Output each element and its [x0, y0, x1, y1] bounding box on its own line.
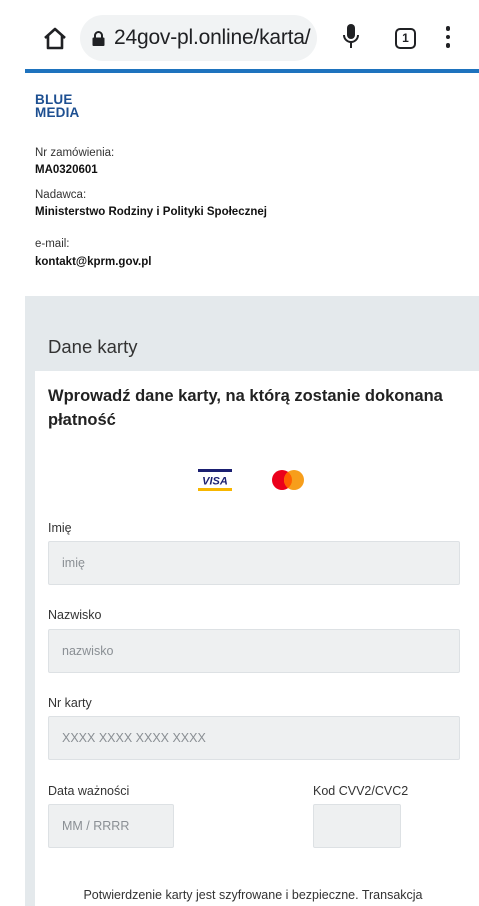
sender-value: Ministerstwo Rodziny i Polityki Społeczn… [35, 206, 267, 218]
card-number-input[interactable] [48, 716, 460, 760]
first-name-label: Imię [48, 521, 72, 535]
visa-logo: VISA [198, 469, 232, 491]
cvv-input[interactable] [313, 804, 401, 848]
card-number-label: Nr karty [48, 696, 92, 710]
expiry-date-input[interactable] [48, 804, 174, 848]
order-number-value: MA0320601 [35, 164, 98, 176]
last-name-label: Nazwisko [48, 608, 102, 622]
mic-icon[interactable] [343, 24, 359, 50]
email-label: e-mail: [35, 238, 70, 250]
url-text: 24gov-pl.online/karta/ [114, 26, 311, 49]
sender-label: Nadawca: [35, 189, 87, 201]
order-number-label: Nr zamówienia: [35, 147, 115, 159]
more-vert-icon[interactable] [445, 26, 451, 50]
cvv-label: Kod CVV2/CVC2 [313, 784, 409, 798]
address-bar[interactable]: 24gov-pl.online/karta/ [80, 15, 317, 61]
home-icon[interactable] [42, 26, 68, 50]
first-name-input[interactable] [48, 541, 460, 585]
card-form-heading: Wprowadź dane karty, na którą zostanie d… [48, 387, 443, 429]
security-notice: Potwierdzenie karty jest szyfrowane i be… [83, 888, 423, 902]
mastercard-logo [272, 470, 304, 490]
blue-media-logo: BLUE MEDIA [35, 92, 80, 120]
email-value: kontakt@kprm.gov.pl [35, 256, 152, 268]
expiry-date-label: Data ważności [48, 784, 130, 798]
tabs-icon[interactable]: 1 [395, 28, 416, 49]
card-section-title: Dane karty [48, 336, 138, 357]
browser-toolbar: 24gov-pl.online/karta/ 1 [0, 0, 479, 73]
lock-icon [92, 31, 105, 46]
last-name-input[interactable] [48, 629, 460, 673]
svg-text:VISA: VISA [202, 476, 228, 488]
page-accent-line [25, 69, 479, 73]
